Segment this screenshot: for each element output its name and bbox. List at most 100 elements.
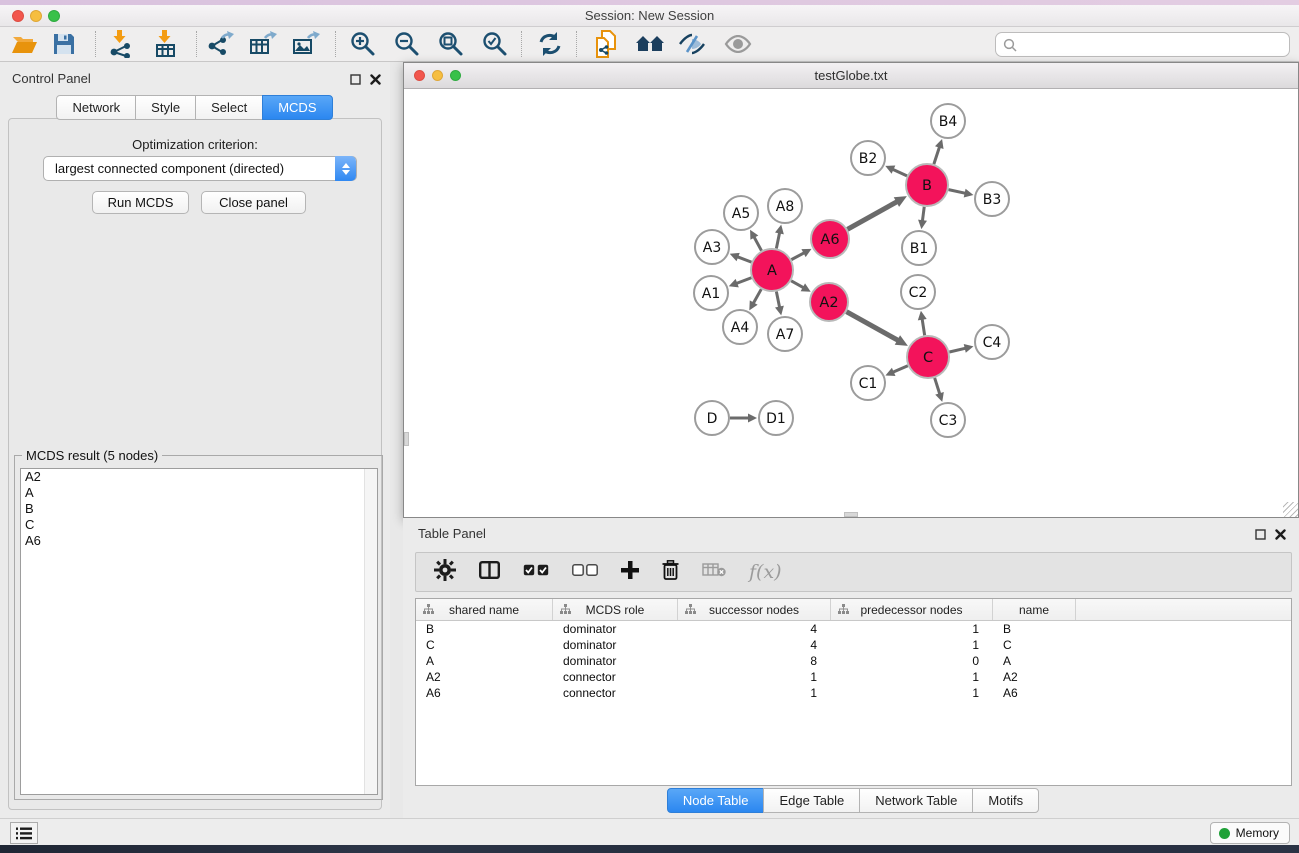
graph-edge-A-A3[interactable] bbox=[730, 253, 752, 262]
graph-node-D1[interactable]: D1 bbox=[759, 401, 793, 435]
show-columns-icon[interactable] bbox=[479, 561, 500, 584]
export-image-icon[interactable] bbox=[288, 30, 324, 58]
result-item[interactable]: B bbox=[21, 501, 377, 517]
table-row[interactable]: A6connector11A6 bbox=[416, 685, 1291, 701]
network-window-titlebar[interactable]: testGlobe.txt bbox=[404, 63, 1298, 89]
graph-edge-A-A7[interactable] bbox=[775, 292, 784, 316]
graph-node-B1[interactable]: B1 bbox=[902, 231, 936, 265]
graph-edge-A-A8[interactable] bbox=[775, 225, 784, 249]
graph-node-A8[interactable]: A8 bbox=[768, 189, 802, 223]
graph-edge-A-A1[interactable] bbox=[729, 278, 752, 288]
graph-node-B4[interactable]: B4 bbox=[931, 104, 965, 138]
delete-column-trash-icon[interactable] bbox=[662, 560, 679, 585]
graph-edge-C-C3[interactable] bbox=[935, 378, 944, 402]
table-row[interactable]: A2connector11A2 bbox=[416, 669, 1291, 685]
tab-style[interactable]: Style bbox=[135, 95, 196, 120]
float-panel-icon[interactable] bbox=[350, 72, 361, 90]
close-panel-icon[interactable] bbox=[370, 72, 381, 90]
graph-node-C[interactable]: C bbox=[907, 336, 949, 378]
graph-node-B2[interactable]: B2 bbox=[851, 141, 885, 175]
run-mcds-button[interactable]: Run MCDS bbox=[92, 191, 189, 214]
table-settings-gear-icon[interactable] bbox=[434, 559, 456, 586]
graph-node-A4[interactable]: A4 bbox=[723, 310, 757, 344]
search-input[interactable] bbox=[1022, 35, 1289, 55]
tab-edge-table[interactable]: Edge Table bbox=[763, 788, 860, 813]
import-table-icon[interactable] bbox=[148, 30, 184, 58]
table-row[interactable]: Adominator80A bbox=[416, 653, 1291, 669]
graph-node-C4[interactable]: C4 bbox=[975, 325, 1009, 359]
tab-network-table[interactable]: Network Table bbox=[859, 788, 973, 813]
graph-edge-A6-B[interactable] bbox=[847, 196, 906, 229]
graph-node-A[interactable]: A bbox=[751, 249, 793, 291]
graph-edge-C-C1[interactable] bbox=[885, 366, 907, 376]
window-resize-grip[interactable] bbox=[1283, 502, 1298, 517]
network-minimize-light[interactable] bbox=[432, 70, 443, 81]
zoom-out-icon[interactable] bbox=[389, 30, 425, 58]
column-header-name[interactable]: name bbox=[993, 599, 1076, 620]
zoom-fit-icon[interactable] bbox=[433, 30, 469, 58]
tab-motifs[interactable]: Motifs bbox=[972, 788, 1039, 813]
graph-node-B[interactable]: B bbox=[906, 164, 948, 206]
close-table-panel-icon[interactable] bbox=[1275, 527, 1286, 545]
clone-network-icon[interactable] bbox=[589, 30, 625, 58]
graph-edge-B-B2[interactable] bbox=[885, 166, 907, 176]
result-item[interactable]: A2 bbox=[21, 469, 377, 485]
column-header-predecessor-nodes[interactable]: predecessor nodes bbox=[831, 599, 993, 620]
result-list-scrollbar[interactable] bbox=[364, 469, 377, 794]
table-row[interactable]: Bdominator41B bbox=[416, 621, 1291, 637]
zoom-in-icon[interactable] bbox=[345, 30, 381, 58]
graph-node-A1[interactable]: A1 bbox=[694, 276, 728, 310]
open-file-icon[interactable] bbox=[6, 30, 42, 58]
tab-select[interactable]: Select bbox=[195, 95, 263, 120]
graph-edge-A-A5[interactable] bbox=[750, 230, 761, 251]
canvas-bottom-splitter-handle[interactable] bbox=[844, 512, 858, 517]
result-item[interactable]: A bbox=[21, 485, 377, 501]
save-session-icon[interactable] bbox=[46, 30, 82, 58]
show-eye-icon[interactable] bbox=[720, 30, 756, 58]
float-table-panel-icon[interactable] bbox=[1255, 527, 1266, 545]
minimize-window-light[interactable] bbox=[30, 10, 42, 22]
graph-edge-A2-C[interactable] bbox=[846, 312, 907, 346]
export-network-icon[interactable] bbox=[203, 30, 239, 58]
network-zoom-light[interactable] bbox=[450, 70, 461, 81]
memory-button[interactable]: Memory bbox=[1210, 822, 1290, 844]
add-column-icon[interactable] bbox=[621, 561, 639, 584]
deselect-all-icon[interactable] bbox=[572, 563, 598, 581]
tab-network[interactable]: Network bbox=[56, 95, 136, 120]
graph-edge-B-B4[interactable] bbox=[934, 139, 944, 164]
graph-node-A5[interactable]: A5 bbox=[724, 196, 758, 230]
tab-node-table[interactable]: Node Table bbox=[667, 788, 765, 813]
result-item[interactable]: A6 bbox=[21, 533, 377, 549]
column-header-MCDS-role[interactable]: MCDS role bbox=[553, 599, 678, 620]
task-history-button[interactable] bbox=[10, 822, 38, 844]
column-header-successor-nodes[interactable]: successor nodes bbox=[678, 599, 831, 620]
graph-node-A3[interactable]: A3 bbox=[695, 230, 729, 264]
graph-edge-B-B1[interactable] bbox=[918, 207, 927, 229]
graph-node-C1[interactable]: C1 bbox=[851, 366, 885, 400]
canvas-left-splitter-handle[interactable] bbox=[404, 432, 409, 446]
network-canvas[interactable]: B4B2BB3A8A5A6A3B1AA1C2A2A4A7C4CC1C3DD1 bbox=[404, 89, 1298, 517]
tab-mcds[interactable]: MCDS bbox=[262, 95, 332, 120]
select-all-icon[interactable] bbox=[523, 563, 549, 581]
hide-selected-icon[interactable] bbox=[674, 30, 710, 58]
network-close-light[interactable] bbox=[414, 70, 425, 81]
graph-node-A2[interactable]: A2 bbox=[810, 283, 848, 321]
close-panel-button[interactable]: Close panel bbox=[201, 191, 306, 214]
graph-edge-A-A4[interactable] bbox=[749, 289, 761, 310]
graph-edge-C-C4[interactable] bbox=[949, 344, 973, 353]
graph-node-A7[interactable]: A7 bbox=[768, 317, 802, 351]
result-item[interactable]: C bbox=[21, 517, 377, 533]
graph-node-C2[interactable]: C2 bbox=[901, 275, 935, 309]
graph-edge-C-C2[interactable] bbox=[918, 311, 927, 335]
table-row[interactable]: Cdominator41C bbox=[416, 637, 1291, 653]
zoom-selected-icon[interactable] bbox=[477, 30, 513, 58]
graph-edge-B-B3[interactable] bbox=[949, 189, 974, 198]
graph-node-D[interactable]: D bbox=[695, 401, 729, 435]
graph-node-C3[interactable]: C3 bbox=[931, 403, 965, 437]
search-field[interactable] bbox=[995, 32, 1290, 57]
graph-node-A6[interactable]: A6 bbox=[811, 220, 849, 258]
column-header-shared-name[interactable]: shared name bbox=[416, 599, 553, 620]
graph-edge-A-A6[interactable] bbox=[791, 249, 811, 260]
home-icon[interactable] bbox=[632, 30, 668, 58]
export-table-icon[interactable] bbox=[245, 30, 281, 58]
